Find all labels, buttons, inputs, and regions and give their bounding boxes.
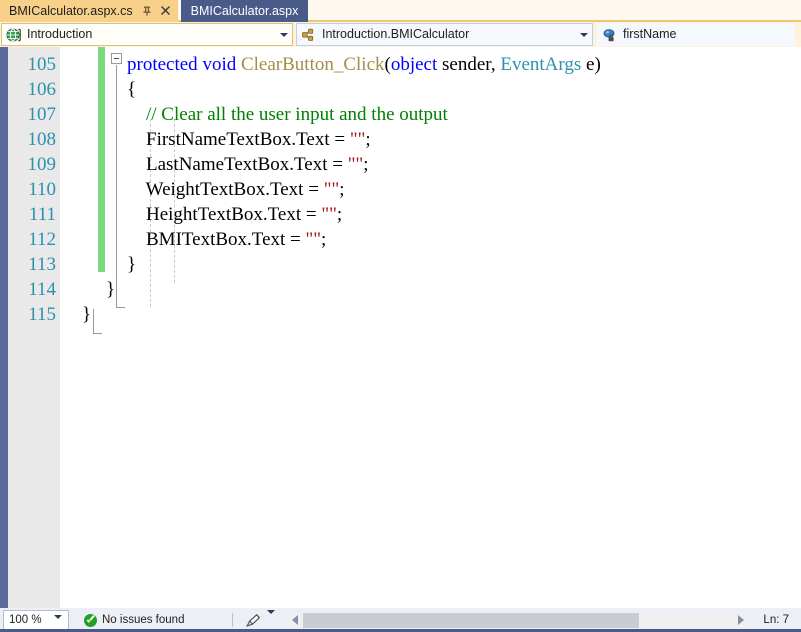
brush-icon[interactable] [245, 613, 262, 628]
code-token: "" [349, 129, 366, 150]
code-line-text: } [82, 302, 91, 327]
tab-bmicalculator-aspx[interactable]: BMICalculator.aspx [180, 0, 309, 22]
success-check-icon [84, 613, 97, 627]
pin-icon[interactable] [140, 4, 154, 18]
line-number: 105 [27, 54, 57, 75]
code-editor-surface[interactable]: 105 protected void ClearButton_Click(obje… [0, 47, 801, 608]
project-scope-label: Introduction [27, 27, 93, 41]
chevron-down-icon[interactable] [276, 32, 292, 37]
caret-line-indicator: Ln: 7 [763, 614, 789, 626]
code-token: "" [305, 229, 322, 250]
code-line[interactable]: 107 // Clear all the user input and the … [0, 102, 801, 127]
code-line-text: } [106, 277, 115, 302]
code-token: object [390, 54, 438, 75]
zoom-level-value: 100 % [9, 614, 42, 626]
line-number: 115 [28, 304, 56, 325]
code-token: WeightTextBox.Text = [127, 179, 324, 200]
line-number: 111 [28, 204, 56, 225]
code-line[interactable]: 110 WeightTextBox.Text = ""; [0, 177, 801, 202]
code-token: e) [581, 54, 601, 75]
code-line-text: { [127, 77, 136, 102]
code-token: ; [339, 179, 345, 200]
code-line-text: protected void ClearButton_Click(object … [127, 52, 601, 77]
namespace-globe-icon [5, 27, 23, 43]
code-token: } [82, 304, 92, 325]
line-number: 113 [28, 254, 56, 275]
code-line-text: BMITextBox.Text = ""; [127, 227, 326, 252]
code-token: ; [365, 129, 371, 150]
code-token: sender, [437, 54, 501, 75]
code-token: BMITextBox.Text = [127, 229, 306, 250]
code-token: ; [363, 154, 369, 175]
code-line-text: FirstNameTextBox.Text = ""; [127, 127, 371, 152]
horizontal-scrollbar-track[interactable] [303, 612, 734, 628]
code-token: { [127, 79, 137, 100]
line-number: 107 [27, 104, 57, 125]
code-token: } [106, 279, 116, 300]
code-token: protected [127, 54, 198, 75]
class-icon [300, 27, 318, 43]
code-token: FirstNameTextBox.Text = [127, 129, 350, 150]
close-icon[interactable] [159, 4, 172, 18]
code-token: ClearButton_Click [240, 54, 385, 75]
code-line[interactable]: 108 FirstNameTextBox.Text = ""; [0, 127, 801, 152]
chevron-down-icon[interactable] [54, 615, 62, 631]
code-line[interactable]: 112 BMITextBox.Text = ""; [0, 227, 801, 252]
status-separator [232, 613, 234, 627]
horizontal-scrollbar[interactable] [287, 611, 750, 629]
code-token: } [127, 254, 137, 275]
line-number: 110 [28, 179, 56, 200]
type-scope-dropdown[interactable]: Introduction.BMICalculator [296, 23, 593, 46]
code-line[interactable]: 111 HeightTextBox.Text = ""; [0, 202, 801, 227]
code-token: ; [321, 229, 327, 250]
code-line[interactable]: 113} [0, 252, 801, 277]
line-number: 108 [27, 129, 57, 150]
code-token: ; [336, 204, 343, 225]
code-token: // Clear all the user input and the outp… [127, 104, 448, 125]
member-scope-dropdown[interactable]: firstName [597, 23, 795, 46]
code-line[interactable]: 114} [0, 277, 801, 302]
code-line-text: // Clear all the user input and the outp… [127, 102, 448, 127]
document-tab-strip: BMICalculator.aspx.cs BMICalculator.aspx [0, 0, 801, 22]
code-line-text: } [127, 252, 136, 277]
code-line[interactable]: 109 LastNameTextBox.Text = ""; [0, 152, 801, 177]
code-line[interactable]: 105 protected void ClearButton_Click(obje… [0, 52, 801, 77]
tab-label: BMICalculator.aspx [190, 4, 299, 18]
code-line-text: WeightTextBox.Text = ""; [127, 177, 345, 202]
code-token: void [202, 54, 237, 75]
type-scope-label: Introduction.BMICalculator [322, 27, 470, 41]
code-token: "" [323, 179, 340, 200]
code-line[interactable]: 115} [0, 302, 801, 327]
code-line-text: LastNameTextBox.Text = ""; [127, 152, 369, 177]
visual-studio-editor-window: BMICalculator.aspx.cs BMICalculator.aspx… [0, 0, 801, 632]
navigation-bar: Introduction Introduction.BMICalculator … [0, 22, 801, 47]
horizontal-scrollbar-thumb[interactable] [303, 612, 639, 628]
issues-status-label: No issues found [102, 614, 185, 626]
code-token: EventArgs [500, 54, 582, 75]
issues-status[interactable]: No issues found [84, 613, 185, 627]
zoom-level-dropdown[interactable]: 100 % [3, 610, 69, 631]
code-token: LastNameTextBox.Text = [127, 154, 348, 175]
scroll-right-arrow-icon[interactable] [733, 612, 749, 629]
chevron-down-icon[interactable] [576, 32, 592, 37]
tab-bmicalculator-aspx-cs[interactable]: BMICalculator.aspx.cs [0, 0, 178, 22]
code-line[interactable]: 106 { [0, 77, 801, 102]
member-scope-label: firstName [623, 27, 677, 41]
line-number: 112 [28, 229, 56, 250]
code-cleanup-control[interactable] [245, 610, 276, 628]
code-token: HeightTextBox.Text = [127, 204, 322, 225]
line-number: 106 [27, 79, 57, 100]
code-token: "" [347, 154, 364, 175]
code-line-text: HeightTextBox.Text = ""; [127, 202, 342, 227]
scroll-left-arrow-icon[interactable] [287, 612, 303, 629]
tab-label: BMICalculator.aspx.cs [9, 4, 133, 18]
line-number: 109 [27, 154, 57, 175]
chevron-down-icon[interactable] [267, 610, 276, 626]
line-number: 114 [28, 279, 56, 300]
code-token: "" [321, 204, 337, 225]
project-scope-dropdown[interactable]: Introduction [1, 23, 293, 46]
status-bar: 100 % No issues found Ln: 7 [0, 608, 801, 632]
private-field-icon [601, 27, 619, 43]
